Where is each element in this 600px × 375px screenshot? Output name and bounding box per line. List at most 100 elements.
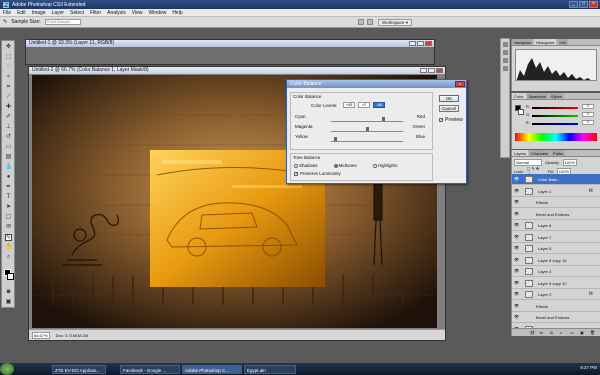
preview-row[interactable]: ✓ Preview xyxy=(439,117,463,123)
notes-tool-icon[interactable]: ✉ xyxy=(5,224,12,231)
layer-row[interactable]: 👁 Layer 2 fx xyxy=(512,289,600,300)
close-button[interactable]: × xyxy=(589,1,598,8)
layer-row[interactable]: 👁 Layer 5 xyxy=(512,243,600,254)
delete-layer-icon[interactable]: 🗑 xyxy=(590,330,595,335)
tab-channels[interactable]: Channels xyxy=(529,150,550,156)
doc1-maximize-button[interactable] xyxy=(417,41,424,46)
preserve-luminosity-row[interactable]: ✓ Preserve Luminosity xyxy=(294,171,341,176)
menu-file[interactable]: File xyxy=(3,10,11,16)
tool-presets-panel-icon[interactable] xyxy=(503,58,508,63)
dialog-close-button[interactable]: × xyxy=(455,81,465,87)
tab-info[interactable]: Info xyxy=(557,39,569,45)
history-brush-tool-icon[interactable]: ↺ xyxy=(5,134,12,141)
magenta-green-thumb[interactable] xyxy=(366,127,370,131)
layer-visibility-eye-icon[interactable]: 👁 xyxy=(514,257,519,262)
layer-visibility-eye-icon[interactable]: 👁 xyxy=(514,303,519,308)
dialog-title-bar[interactable]: Color Balance × xyxy=(287,80,466,88)
eyedropper-tool-icon[interactable]: ✎ xyxy=(3,19,7,25)
menu-view[interactable]: View xyxy=(132,10,143,16)
cyan-red-slider[interactable]: Cyan Red xyxy=(295,114,425,122)
menu-window[interactable]: Window xyxy=(149,10,167,16)
color-spectrum-ramp[interactable] xyxy=(515,133,597,141)
layer-visibility-eye-icon[interactable]: 👁 xyxy=(514,292,519,296)
quick-mask-icon[interactable]: ◙ xyxy=(5,289,12,296)
ok-button[interactable]: OK xyxy=(439,95,459,102)
taskbar-item-zte[interactable]: ZTE EV-DO Applicat... xyxy=(52,364,106,374)
eyedropper-tool-icon[interactable]: ✎ xyxy=(5,234,12,241)
tab-histogram[interactable]: Histogram xyxy=(534,39,557,45)
tab-styles[interactable]: Styles xyxy=(548,93,564,99)
hand-tool-icon[interactable]: ✋ xyxy=(5,244,12,251)
layer-effect-row[interactable]: 👁 Bevel and Emboss xyxy=(512,209,600,220)
brushes-panel-icon[interactable] xyxy=(503,66,508,71)
layer-row[interactable]: 👁 Layer 8 copy 16 xyxy=(512,255,600,266)
opacity-field[interactable]: 100% xyxy=(562,159,577,166)
layer-row[interactable]: 👁 Layer 8 copy 12 xyxy=(512,278,600,289)
tab-color[interactable]: Color xyxy=(512,93,526,99)
tab-paths[interactable]: Paths xyxy=(550,150,566,156)
bridge-icon[interactable] xyxy=(358,19,364,25)
taskbar-item-facebook[interactable]: Facebook - Google ... xyxy=(120,364,180,374)
document-window-1[interactable]: Untitled-1 @ 33.3% (Layer 11, RGB/8) xyxy=(25,39,435,65)
add-layer-style-icon[interactable]: fx xyxy=(540,330,543,335)
shape-tool-icon[interactable]: ▢ xyxy=(5,214,12,221)
menu-filter[interactable]: Filter xyxy=(90,10,101,16)
green-channel-value[interactable]: 0 xyxy=(582,112,594,117)
layer-visibility-eye-icon[interactable]: 👁 xyxy=(514,211,519,216)
layer-visibility-eye-icon[interactable]: 👁 xyxy=(514,177,519,181)
menu-image[interactable]: Image xyxy=(32,10,46,16)
blue-channel-value[interactable]: 0 xyxy=(582,120,594,125)
red-channel-slider[interactable] xyxy=(532,107,578,109)
brush-tool-icon[interactable]: ✐ xyxy=(5,114,12,121)
crop-tool-icon[interactable]: ⌗ xyxy=(5,84,12,91)
zoom-tool-icon[interactable]: ⌕ xyxy=(5,254,12,261)
screen-mode-icon[interactable]: ▣ xyxy=(5,299,12,306)
tab-layers[interactable]: Layers xyxy=(512,150,529,156)
path-selection-tool-icon[interactable]: ➤ xyxy=(5,204,12,211)
doc2-minimize-button[interactable] xyxy=(420,68,427,73)
blend-mode-select[interactable]: Normal xyxy=(514,159,542,166)
layer-fx-icon[interactable]: fx xyxy=(589,291,593,297)
layer-row[interactable]: 👁 Layer 3 xyxy=(512,266,600,277)
lasso-tool-icon[interactable]: ◌ xyxy=(5,64,12,71)
magic-wand-tool-icon[interactable]: ✧ xyxy=(5,74,12,81)
workspace-button[interactable]: Workspace ▾ xyxy=(378,19,412,26)
dodge-tool-icon[interactable]: ● xyxy=(5,174,12,181)
doc1-minimize-button[interactable] xyxy=(409,41,416,46)
new-layer-icon[interactable]: ▣ xyxy=(580,330,584,335)
menu-edit[interactable]: Edit xyxy=(17,10,26,16)
layer-visibility-eye-icon[interactable]: 👁 xyxy=(514,223,519,227)
shadows-radio[interactable]: Shadows xyxy=(294,163,318,168)
layer-visibility-eye-icon[interactable]: 👁 xyxy=(514,188,519,193)
blur-tool-icon[interactable]: 💧 xyxy=(5,164,12,171)
clone-stamp-tool-icon[interactable]: ⊥ xyxy=(5,124,12,131)
maximize-button[interactable]: □ xyxy=(579,1,588,8)
doc1-close-button[interactable] xyxy=(425,41,432,46)
layer-visibility-eye-icon[interactable]: 👁 xyxy=(514,246,519,250)
new-group-icon[interactable]: ▭ xyxy=(570,330,574,335)
move-tool-icon[interactable]: ✥ xyxy=(5,44,12,51)
layer-visibility-eye-icon[interactable]: 👁 xyxy=(514,200,519,204)
menu-help[interactable]: Help xyxy=(172,10,182,16)
layer-effect-row[interactable]: 👁 Effects xyxy=(512,197,600,208)
slice-tool-icon[interactable]: ⟋ xyxy=(5,94,12,101)
highlights-radio[interactable]: Highlights xyxy=(372,163,398,168)
marquee-tool-icon[interactable]: ⬚ xyxy=(5,54,12,61)
layer-effect-row[interactable]: 👁 Effects xyxy=(512,301,600,312)
history-panel-icon[interactable] xyxy=(503,42,508,47)
tab-navigator[interactable]: Navigator xyxy=(512,39,534,45)
yellow-blue-thumb[interactable] xyxy=(333,137,337,141)
layer-row[interactable]: 👁 Layer 1 fx xyxy=(512,186,600,197)
green-channel-slider[interactable] xyxy=(532,115,578,117)
preview-checkbox[interactable]: ✓ xyxy=(439,118,443,122)
menu-select[interactable]: Select xyxy=(70,10,84,16)
background-color-swatch[interactable] xyxy=(7,273,14,280)
palette-well-icon[interactable] xyxy=(367,19,373,25)
color-level-3-field[interactable]: -88 xyxy=(373,102,385,108)
type-tool-icon[interactable]: T xyxy=(5,194,12,201)
red-channel-value[interactable]: 0 xyxy=(582,104,594,109)
link-layers-icon[interactable]: ⛓ xyxy=(530,330,535,335)
layer-visibility-eye-icon[interactable]: 👁 xyxy=(514,234,519,239)
minimize-button[interactable]: _ xyxy=(569,1,578,8)
pen-tool-icon[interactable]: ✒ xyxy=(5,184,12,191)
